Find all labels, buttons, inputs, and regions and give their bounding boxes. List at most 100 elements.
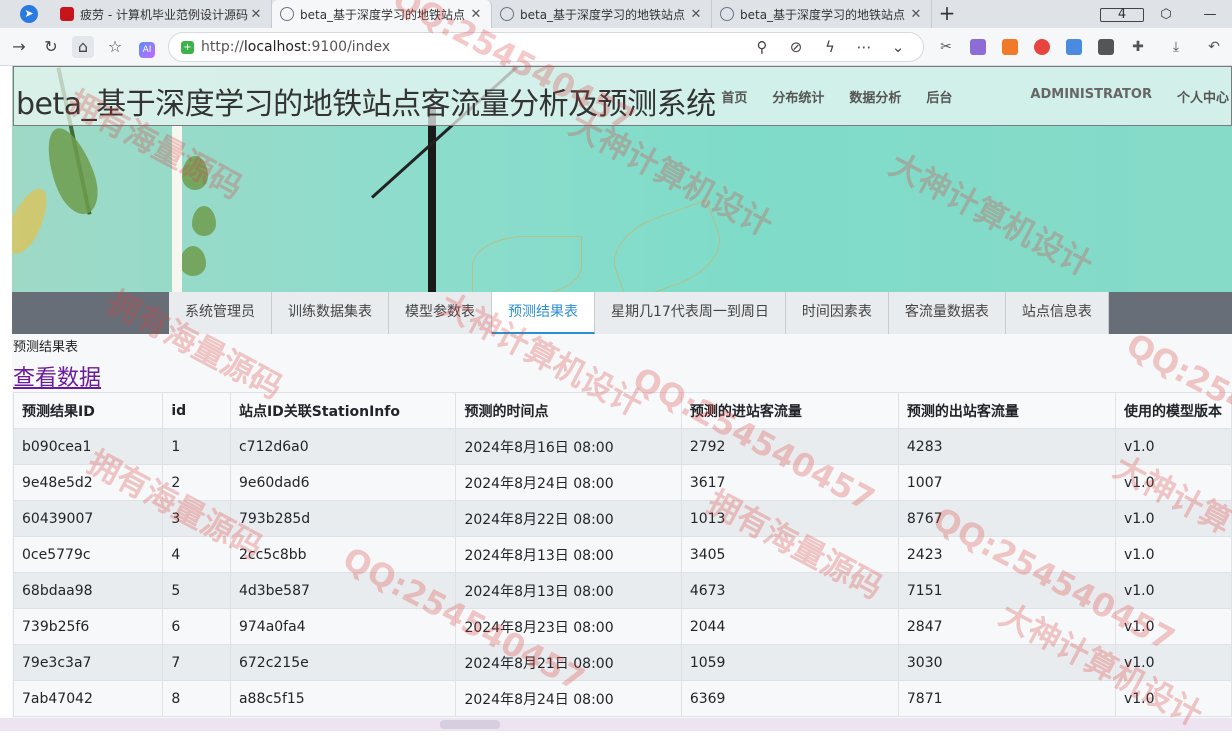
compass-icon[interactable]: ⊘ (779, 38, 813, 56)
table-cell: 4283 (897, 428, 1116, 465)
extension-icons: ✂ ✚ ⤓ ↶ (930, 36, 1230, 62)
close-tab-icon[interactable]: ✕ (689, 7, 703, 22)
tab-prediction-results[interactable]: 预测结果表 (492, 292, 595, 334)
column-header[interactable]: 预测结果ID (12, 392, 164, 429)
tab-count-button[interactable]: 4 (1100, 7, 1144, 22)
nav-administrator[interactable]: ADMINISTRATOR (1030, 87, 1152, 106)
weibo-icon[interactable] (1026, 36, 1058, 62)
nav-distribution-stats[interactable]: 分布统计 (772, 87, 824, 106)
game-icon[interactable] (994, 36, 1026, 62)
new-tab-button[interactable]: + (932, 0, 962, 28)
shirt-icon[interactable]: ⬡ (1144, 7, 1188, 22)
table-cell: 4673 (680, 572, 899, 609)
table-cell: v1.0 (1114, 428, 1232, 465)
table-cell: 1013 (680, 500, 899, 537)
weibo-badge (1034, 39, 1050, 55)
tab-weekday[interactable]: 星期几17代表周一到周日 (595, 292, 786, 334)
plant-leaf (37, 121, 107, 221)
close-tab-icon[interactable]: ✕ (249, 7, 263, 22)
table-header-row: 预测结果ID id 站点ID关联StationInfo 预测的时间点 预测的进站… (12, 392, 1232, 429)
tab-model-params[interactable]: 模型参数表 (389, 292, 492, 334)
home-icon[interactable]: ⌂ (72, 36, 94, 58)
table-row: b090cea1 1 c712d6a0 2024年8月16日 08:00 2792 428… (12, 428, 1232, 465)
tab-passenger-flow[interactable]: 客流量数据表 (888, 292, 1006, 334)
nav-home[interactable]: 首页 (721, 87, 747, 106)
table-cell: 79e3c3a7 (12, 644, 164, 681)
browser-tab[interactable]: 疲劳 - 计算机毕业范例设计源码 ✕ (52, 0, 272, 28)
browser-tab-title: beta_基于深度学习的地铁站点 (520, 7, 686, 22)
forward-icon[interactable]: → (8, 36, 30, 58)
plant-leaf (192, 206, 216, 236)
address-url[interactable]: http://localhost:9100/index (201, 39, 390, 55)
table-cell: 2847 (897, 608, 1116, 645)
url-host: localhost (243, 39, 307, 55)
table-cell: 4d3be587 (229, 572, 457, 609)
table-cell: 2024年8月21日 08:00 (455, 644, 682, 681)
collection-icon[interactable] (1090, 36, 1122, 62)
table-cell: 60439007 (12, 500, 164, 537)
browser-tab[interactable]: beta_基于深度学习的地铁站点 ✕ (492, 0, 712, 28)
mail-badge (1066, 39, 1082, 55)
table-cell: 2024年8月13日 08:00 (455, 536, 682, 573)
browser-tab-active[interactable]: beta_基于深度学习的地铁站点 ✕ (272, 0, 492, 28)
url-path: :9100/index (306, 39, 391, 55)
table-cell: 7ab47042 (12, 680, 164, 717)
tab-station-info[interactable]: 站点信息表 (1005, 292, 1109, 334)
tab-time-factors[interactable]: 时间因素表 (785, 292, 889, 334)
lightning-icon[interactable]: ϟ (813, 38, 847, 56)
browser-tab[interactable]: beta_基于深度学习的地铁站点 ✕ (712, 0, 932, 28)
table-cell: v1.0 (1114, 608, 1232, 645)
nav-profile[interactable]: 个人中心 (1177, 87, 1229, 106)
table-cell: v1.0 (1114, 680, 1232, 717)
table-cell: 1 (162, 428, 231, 465)
horizontal-scrollbar[interactable] (0, 718, 1232, 731)
view-data-link[interactable]: 查看数据 (13, 360, 101, 392)
ai-icon[interactable]: AI (136, 36, 158, 58)
zoom-icon[interactable]: ⚲ (745, 38, 779, 56)
reload-icon[interactable]: ↻ (40, 36, 62, 58)
table-cell: 3 (162, 500, 231, 537)
table-row: 739b25f6 6 974a0fa4 2024年8月23日 08:00 2044 284… (12, 608, 1232, 645)
column-header[interactable]: 使用的模型版本 (1114, 392, 1232, 429)
download-icon[interactable]: ⤓ (1154, 36, 1198, 62)
globe-icon (280, 7, 294, 21)
table-cell: 7 (162, 644, 231, 681)
table-cell: v1.0 (1114, 644, 1232, 681)
tab-training-dataset[interactable]: 训练数据集表 (272, 292, 389, 334)
table-cell: 1007 (897, 464, 1116, 501)
table-row: 9e48e5d2 2 9e60dad6 2024年8月24日 08:00 3617 100… (12, 464, 1232, 501)
scissors-icon[interactable]: ✂ (930, 36, 962, 62)
undo-icon[interactable]: ↶ (1198, 36, 1230, 62)
column-header[interactable]: 预测的时间点 (455, 392, 682, 429)
column-header[interactable]: 预测的出站客流量 (897, 392, 1116, 429)
table-cell: 3405 (680, 536, 899, 573)
chevron-down-icon[interactable]: ⌄ (881, 38, 915, 56)
top-nav: 首页 分布统计 数据分析 后台 ADMINISTRATOR 个人中心 (696, 87, 1231, 106)
table-cell: 0ce5779c (12, 536, 164, 573)
translate-icon[interactable] (962, 36, 994, 62)
favorites-icon[interactable]: ☆ (104, 36, 126, 58)
nav-data-analysis[interactable]: 数据分析 (849, 87, 901, 106)
table-cell: 7151 (897, 572, 1116, 609)
globe-icon (500, 7, 514, 21)
close-tab-icon[interactable]: ✕ (909, 7, 923, 22)
url-scheme: http:// (201, 39, 244, 55)
tab-system-admin[interactable]: 系统管理员 (169, 292, 272, 334)
mail-icon[interactable] (1058, 36, 1090, 62)
puzzle-icon[interactable]: ✚ (1122, 36, 1154, 62)
table-cell: 3030 (897, 644, 1116, 681)
table-body: b090cea1 1 c712d6a0 2024年8月16日 08:00 2792 428… (12, 428, 1232, 717)
column-header[interactable]: 预测的进站客流量 (680, 392, 899, 429)
table-cell: 6 (162, 608, 231, 645)
column-header[interactable]: id (162, 392, 231, 429)
web-page: beta_基于深度学习的地铁站点客流量分析及预测系统 首页 分布统计 数据分析 … (12, 66, 1232, 731)
more-icon[interactable]: ⋯ (847, 38, 881, 56)
browser-tab-title: beta_基于深度学习的地铁站点 (300, 7, 466, 22)
scrollbar-thumb[interactable] (440, 720, 500, 729)
close-tab-icon[interactable]: ✕ (469, 7, 483, 22)
column-header[interactable]: 站点ID关联StationInfo (229, 392, 457, 429)
address-bar[interactable]: + http://localhost:9100/index ⚲ ⊘ ϟ ⋯ ⌄ (168, 32, 924, 62)
nav-backend[interactable]: 后台 (926, 87, 952, 106)
minimize-icon[interactable]: — (1188, 7, 1232, 22)
browser-app-icon[interactable]: ➤ (20, 5, 38, 23)
